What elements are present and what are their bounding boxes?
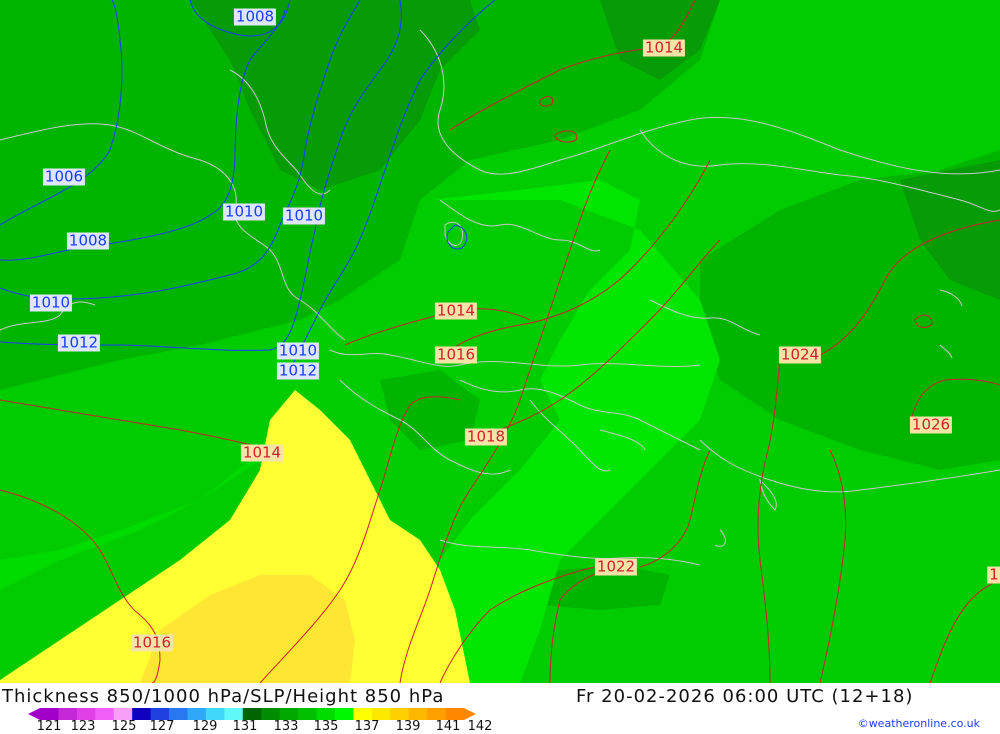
legend-tick-label: 133 — [273, 719, 299, 734]
legend-tick-label: 125 — [111, 719, 137, 734]
legend-tick-label: 141 — [435, 719, 461, 734]
valid-time: Fr 20-02-2026 06:00 UTC (12+18) — [576, 686, 914, 707]
isobar-label: 1008 — [66, 231, 110, 250]
isobar-label: 1 — [987, 565, 1000, 584]
isobar-label: 1022 — [594, 557, 638, 576]
isobar-label: 1012 — [57, 333, 101, 352]
legend-tick-label: 135 — [313, 719, 339, 734]
legend-tick-label: 142 — [467, 719, 493, 734]
isobar-label: 1014 — [240, 443, 284, 462]
isobar-label: 1024 — [778, 345, 822, 364]
isobar-label: 1010 — [282, 206, 326, 225]
legend-tick-label: 139 — [395, 719, 421, 734]
weather-map — [0, 0, 1000, 683]
legend-tick-label: 131 — [232, 719, 258, 734]
isobar-label: 1014 — [434, 301, 478, 320]
map-title: Thickness 850/1000 hPa/SLP/Height 850 hP… — [2, 686, 445, 707]
isobar-label: 1018 — [464, 427, 508, 446]
legend-tick-label: 129 — [192, 719, 218, 734]
legend-tick-label: 121 — [36, 719, 62, 734]
isobar-label: 1006 — [42, 167, 86, 186]
isobar-label: 1010 — [276, 341, 320, 360]
isobar-label: 1016 — [130, 633, 174, 652]
isobar-label: 1016 — [434, 345, 478, 364]
map-footer: Thickness 850/1000 hPa/SLP/Height 850 hP… — [0, 683, 1000, 734]
isobar-label: 1026 — [909, 415, 953, 434]
isobar-label: 1010 — [222, 202, 266, 221]
isobar-label: 1012 — [276, 361, 320, 380]
isobar-label: 1008 — [233, 7, 277, 26]
legend-tick-label: 137 — [354, 719, 380, 734]
credit-link[interactable]: ©weatheronline.co.uk — [858, 717, 980, 730]
legend-tick-label: 123 — [70, 719, 96, 734]
legend-tick-label: 127 — [149, 719, 175, 734]
isobar-label: 1014 — [642, 38, 686, 57]
isobar-label: 1010 — [29, 293, 73, 312]
